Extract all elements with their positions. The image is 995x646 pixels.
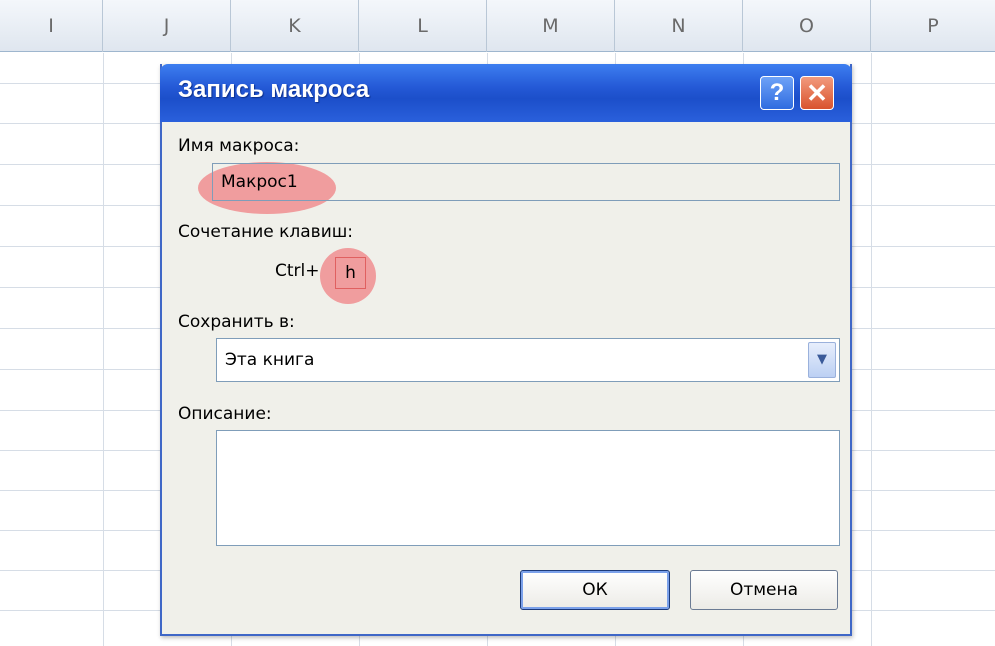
macro-name-value: Макрос1 [221,172,298,192]
dialog-title: Запись макроса [178,76,370,103]
close-icon: ✕ [806,78,828,108]
column-header-o[interactable]: O [743,0,871,52]
shortcut-prefix: Ctrl+ [275,261,320,281]
store-in-select[interactable]: Эта книга ▼ [216,338,840,382]
column-header-row: I J K L M N O P [0,0,995,52]
column-header-k[interactable]: K [231,0,359,52]
column-header-p[interactable]: P [871,0,995,52]
description-textarea[interactable] [216,430,840,546]
record-macro-dialog: Запись макроса ? ✕ Имя макроса: Макрос1 … [160,64,852,636]
store-in-label: Сохранить в: [178,312,295,332]
shortcut-key-input[interactable]: h [335,257,366,289]
dialog-titlebar[interactable]: Запись макроса ? ✕ [160,64,852,122]
column-header-n[interactable]: N [615,0,743,52]
column-header-j[interactable]: J [103,0,231,52]
column-header-i[interactable]: I [0,0,103,52]
ok-button[interactable]: ОК [520,570,670,610]
help-icon: ? [769,79,785,106]
shortcut-key-value: h [345,263,356,283]
description-label: Описание: [178,404,272,424]
close-button[interactable]: ✕ [800,76,834,110]
shortcut-label: Сочетание клавиш: [178,222,354,242]
column-header-l[interactable]: L [359,0,487,52]
macro-name-input[interactable]: Макрос1 [212,163,840,201]
help-button[interactable]: ? [760,76,794,110]
chevron-down-icon[interactable]: ▼ [808,342,836,378]
macro-name-label: Имя макроса: [178,136,300,156]
store-in-value: Эта книга [225,350,315,370]
cancel-button[interactable]: Отмена [690,570,838,610]
column-header-m[interactable]: M [487,0,615,52]
